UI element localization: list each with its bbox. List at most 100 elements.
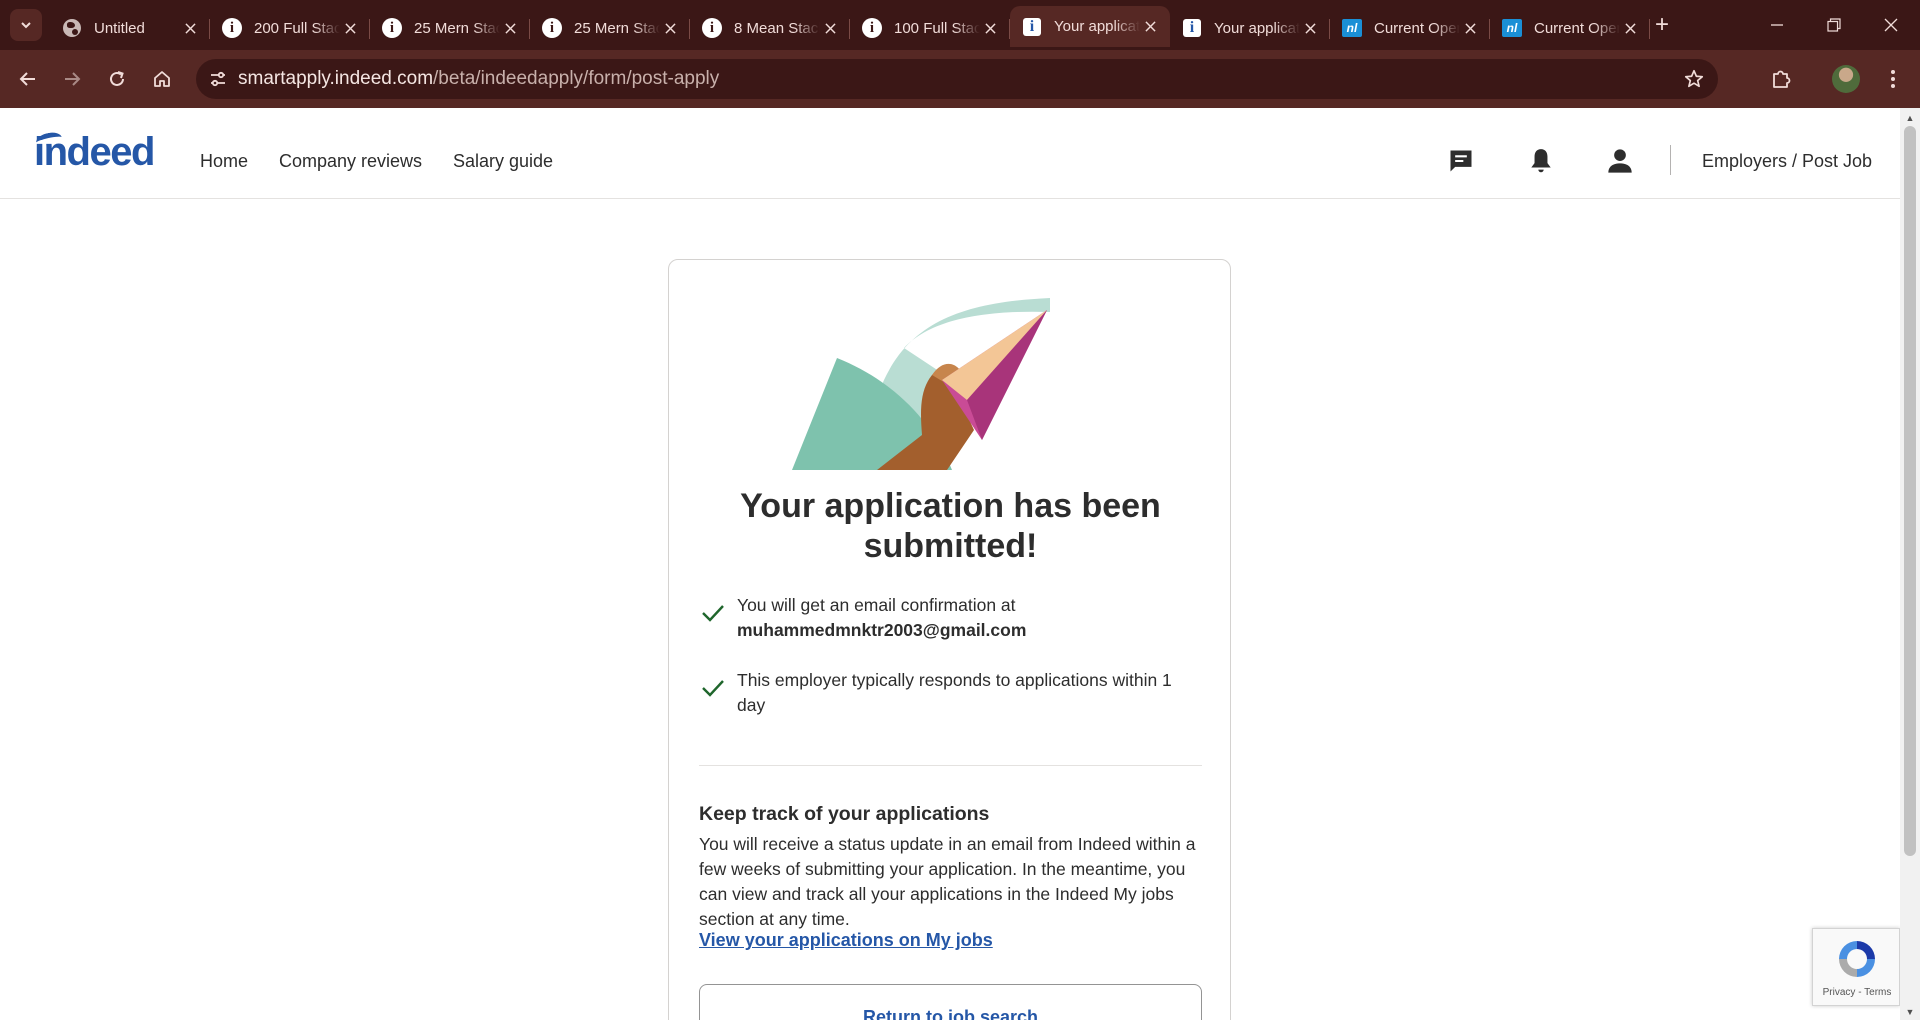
browser-tab[interactable]: i 8 Mean Stack (690, 9, 850, 47)
tab-close-button[interactable] (660, 18, 680, 38)
confirmation-headline: Your application has been submitted! (740, 487, 1161, 565)
header-divider (1670, 145, 1671, 175)
messages-button[interactable] (1444, 144, 1478, 178)
naukri-icon: nl (1502, 18, 1522, 38)
tab-close-button[interactable] (1140, 17, 1160, 37)
more-vertical-icon (1891, 70, 1895, 88)
browser-tab[interactable]: Untitled (50, 9, 210, 47)
account-button[interactable] (1603, 144, 1637, 178)
minimize-icon (1771, 24, 1783, 26)
tab-search-button[interactable] (10, 9, 42, 41)
star-icon (1684, 69, 1704, 88)
section-divider (699, 765, 1202, 766)
tab-close-button[interactable] (980, 18, 1000, 38)
bookmark-star-button[interactable] (1678, 63, 1710, 95)
tab-close-button[interactable] (1620, 18, 1640, 38)
tab-close-button[interactable] (340, 18, 360, 38)
browser-tab[interactable]: i Your application (1010, 6, 1170, 47)
response-time-row: This employer typically responds to appl… (699, 668, 1202, 718)
new-tab-button[interactable]: + (1648, 11, 1676, 39)
info-i-icon: i (222, 18, 242, 38)
home-icon (154, 71, 170, 87)
browser-tab[interactable]: i Your application (1170, 9, 1330, 47)
close-icon (504, 22, 516, 34)
close-icon (1624, 22, 1636, 34)
nav-company-reviews[interactable]: Company reviews (279, 151, 422, 172)
tab-close-button[interactable] (500, 18, 520, 38)
close-icon (664, 22, 676, 34)
puzzle-icon (1773, 70, 1791, 88)
browser-menu-button[interactable] (1877, 63, 1909, 95)
bell-icon (1531, 149, 1551, 173)
return-to-job-search-button[interactable]: Return to job search (699, 984, 1202, 1020)
globe-icon (62, 18, 82, 38)
notifications-button[interactable] (1524, 144, 1558, 178)
view-applications-link[interactable]: View your applications on My jobs (699, 930, 993, 951)
close-icon (984, 22, 996, 34)
nav-salary-guide[interactable]: Salary guide (453, 151, 553, 172)
restore-button[interactable] (1805, 0, 1863, 50)
browser-toolbar: smartapply.indeed.com/beta/indeedapply/f… (0, 50, 1920, 108)
browser-tab[interactable]: nl Current Openings (1490, 9, 1650, 47)
info-i-icon: i (862, 18, 882, 38)
response-time-text: This employer typically responds to appl… (737, 670, 1172, 715)
browser-tab[interactable]: nl Current Openings (1330, 9, 1490, 47)
close-icon (184, 22, 196, 34)
minimize-button[interactable] (1748, 0, 1806, 50)
back-button[interactable] (12, 63, 44, 95)
info-i-icon: i (702, 18, 722, 38)
email-line: You will get an email confirmation at (737, 595, 1016, 615)
page-content: indeed Home Company reviews Salary guide… (0, 108, 1900, 1020)
site-info-icon[interactable] (198, 59, 238, 99)
chat-icon (1450, 150, 1472, 172)
confirmation-card: Your application has been submitted! You… (668, 259, 1231, 1020)
url-text[interactable]: smartapply.indeed.com/beta/indeedapply/f… (238, 68, 719, 90)
recaptcha-icon (1839, 941, 1875, 977)
info-i-icon: i (542, 18, 562, 38)
info-i-icon: i (382, 18, 402, 38)
close-window-button[interactable] (1862, 0, 1920, 50)
confirmation-email: muhammedmnktr2003@gmail.com (737, 620, 1027, 640)
reload-icon (110, 71, 124, 86)
extensions-button[interactable] (1765, 63, 1797, 95)
close-icon (1304, 22, 1316, 34)
url-path: /beta/indeedapply/form/post-apply (433, 68, 720, 89)
forward-button[interactable] (56, 63, 88, 95)
arrow-right-icon (65, 72, 81, 86)
recaptcha-privacy-terms[interactable]: Privacy - Terms (1813, 987, 1900, 998)
tab-close-button[interactable] (820, 18, 840, 38)
recaptcha-badge[interactable]: Privacy - Terms (1812, 928, 1900, 1006)
scroll-down-arrow[interactable]: ▼ (1900, 1004, 1920, 1020)
reload-button[interactable] (101, 63, 133, 95)
email-confirmation-text: You will get an email confirmation at mu… (737, 593, 1026, 643)
checkmark-icon (702, 680, 724, 697)
profile-avatar[interactable] (1832, 65, 1860, 93)
page-scrollbar[interactable]: ▲ ▼ (1900, 108, 1920, 1020)
track-applications-body: You will receive a status update in an e… (699, 834, 1196, 929)
close-icon (1884, 18, 1898, 32)
arrow-left-icon (19, 72, 35, 86)
site-header: indeed Home Company reviews Salary guide… (0, 108, 1900, 199)
nav-home[interactable]: Home (200, 151, 248, 172)
browser-tab[interactable]: i 200 Full Stack (210, 9, 370, 47)
browser-tab[interactable]: i 25 Mern Stack (370, 9, 530, 47)
person-icon (1608, 149, 1632, 173)
employers-post-job-link[interactable]: Employers / Post Job (1702, 151, 1872, 172)
browser-tab[interactable]: i 25 Mern Stack (530, 9, 690, 47)
tab-title: 25 Mern Stack (574, 19, 660, 37)
tab-close-button[interactable] (180, 18, 200, 38)
address-bar[interactable]: smartapply.indeed.com/beta/indeedapply/f… (196, 59, 1718, 99)
home-button[interactable] (146, 63, 178, 95)
tab-title: 200 Full Stack (254, 19, 340, 37)
scroll-thumb[interactable] (1904, 126, 1916, 856)
scroll-up-arrow[interactable]: ▲ (1900, 110, 1920, 126)
tab-title: Your application (1214, 19, 1300, 37)
browser-tab[interactable]: i 100 Full Stack (850, 9, 1010, 47)
checkmark-icon (702, 605, 724, 622)
tab-close-button[interactable] (1300, 18, 1320, 38)
url-host: smartapply.indeed.com (238, 68, 434, 89)
restore-icon (1827, 18, 1841, 32)
close-icon (1464, 22, 1476, 34)
tab-close-button[interactable] (1460, 18, 1480, 38)
indeed-icon: i (1182, 18, 1202, 38)
